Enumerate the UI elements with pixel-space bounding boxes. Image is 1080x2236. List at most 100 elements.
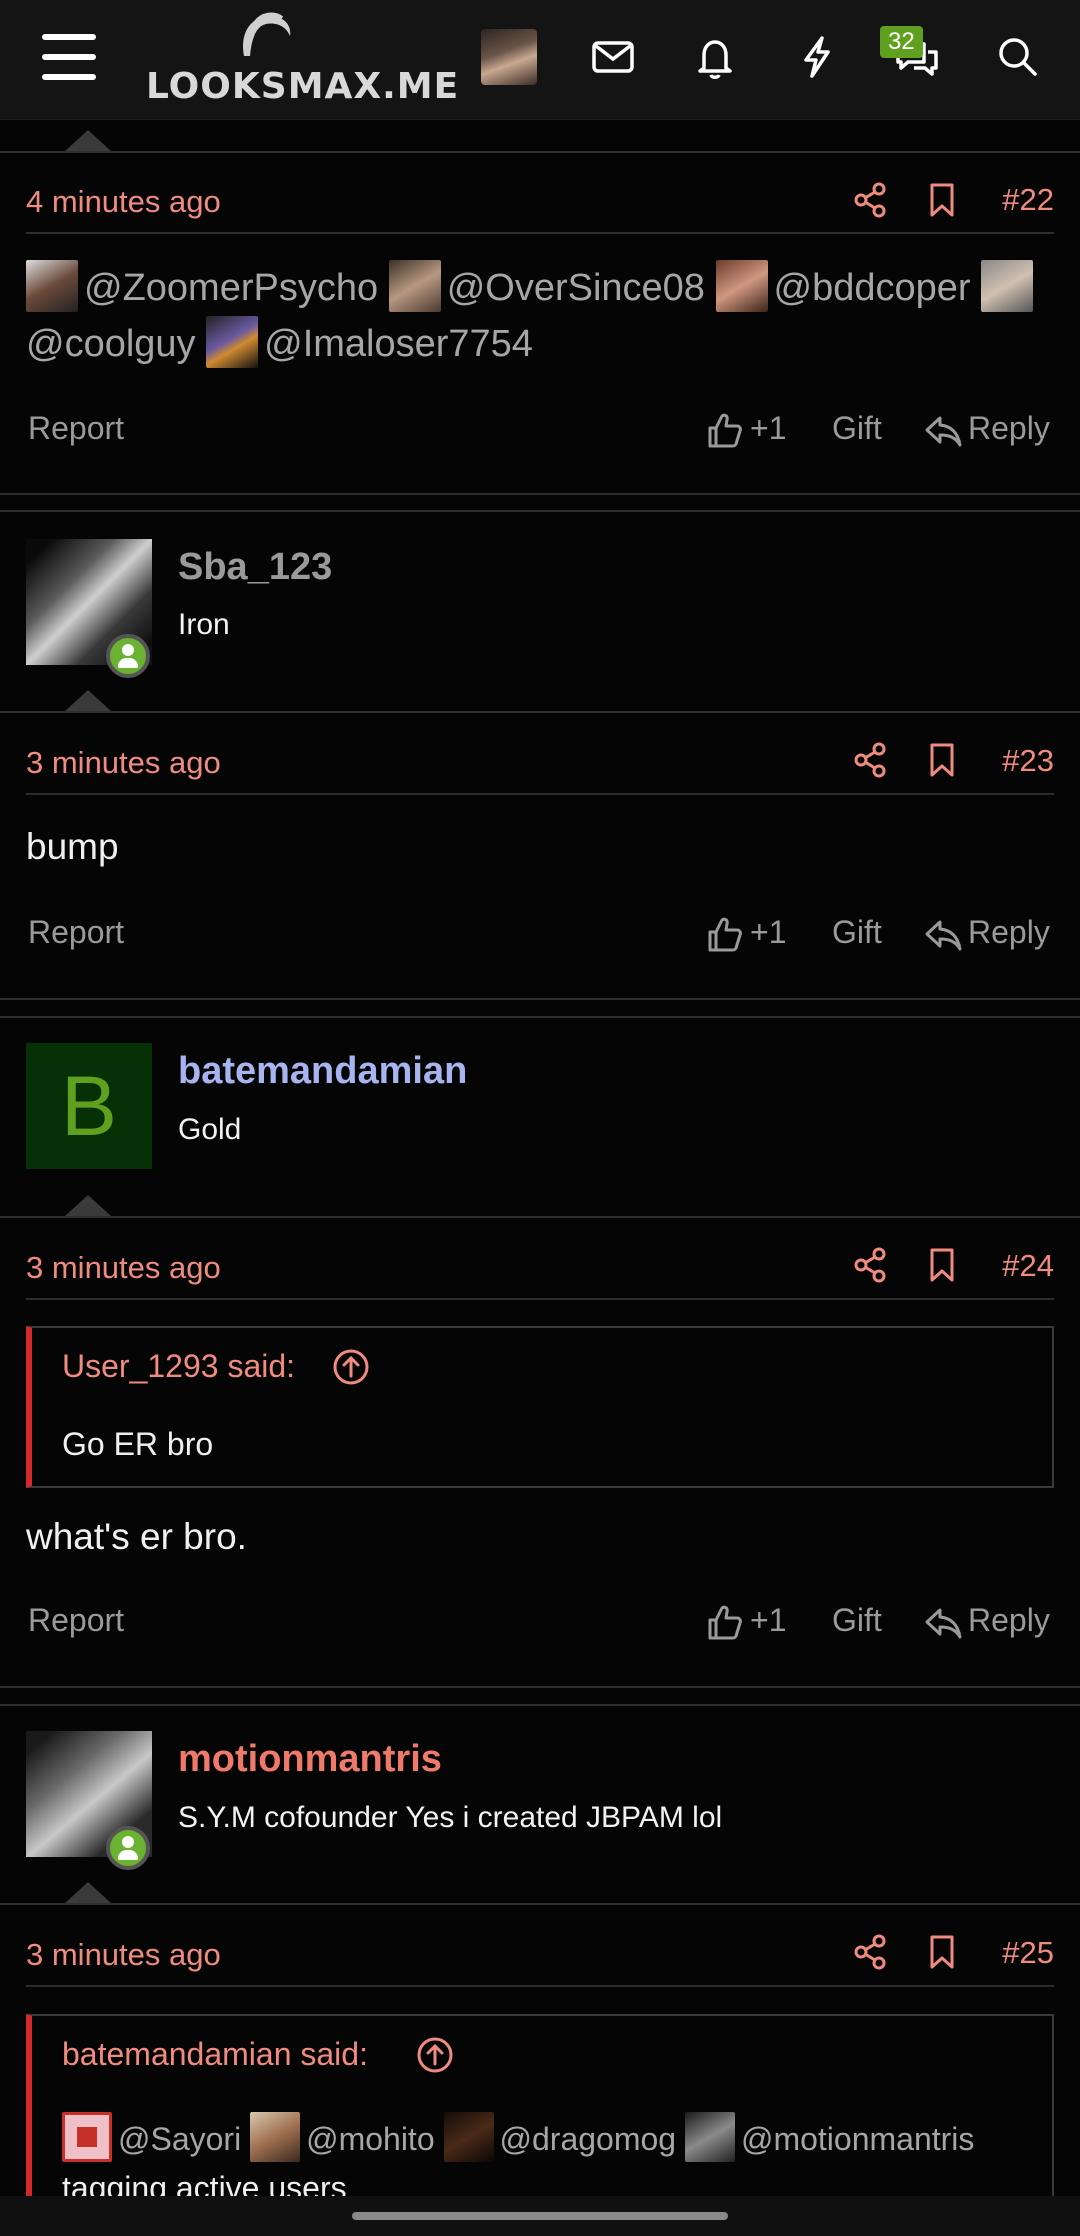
post-number[interactable]: #22 <box>1002 182 1054 218</box>
online-status-icon <box>106 634 150 678</box>
divider <box>0 510 1080 512</box>
like-count[interactable]: +1 <box>750 914 786 951</box>
avatar[interactable] <box>715 260 768 312</box>
arrow-up-circle-icon[interactable] <box>332 1348 370 1386</box>
mention-link[interactable]: @OverSince08 <box>447 267 705 309</box>
quote-author[interactable]: batemandamian said: <box>62 2036 368 2073</box>
like-icon[interactable] <box>706 1602 742 1642</box>
divider <box>26 1985 1054 1987</box>
share-icon[interactable] <box>853 742 887 778</box>
post-actions: Report +1 Gift Reply <box>0 1602 1080 1652</box>
post-pointer <box>64 1882 112 1904</box>
avatar-letter: B <box>60 1059 118 1153</box>
username[interactable]: motionmantris <box>178 1738 442 1781</box>
lightning-icon[interactable] <box>792 32 842 82</box>
post-time[interactable]: 3 minutes ago <box>26 745 221 781</box>
avatar[interactable] <box>62 2112 112 2162</box>
report-button[interactable]: Report <box>28 1602 124 1639</box>
post-number[interactable]: #23 <box>1002 743 1054 779</box>
avatar[interactable] <box>981 260 1034 312</box>
mention-link[interactable]: @coolguy <box>26 323 196 365</box>
share-icon[interactable] <box>853 182 887 218</box>
share-icon[interactable] <box>853 1934 887 1970</box>
divider <box>0 998 1080 1000</box>
post-time[interactable]: 4 minutes ago <box>26 184 221 220</box>
reply-icon[interactable] <box>924 918 962 952</box>
divider <box>26 232 1054 234</box>
reply-button[interactable]: Reply <box>968 914 1050 951</box>
menu-icon[interactable] <box>42 34 96 80</box>
post-time[interactable]: 3 minutes ago <box>26 1937 221 1973</box>
post-number[interactable]: #25 <box>1002 1935 1054 1971</box>
divider <box>0 151 1080 153</box>
user-avatar[interactable]: B <box>26 1043 152 1169</box>
conversations-badge: 32 <box>880 26 923 58</box>
mail-icon[interactable] <box>588 32 638 82</box>
mention-link[interactable]: @Imaloser7754 <box>264 323 533 365</box>
quote-text: Go ER bro <box>62 1426 214 1462</box>
reply-button[interactable]: Reply <box>968 410 1050 447</box>
logo-text: LOOKSMAX.ME <box>146 66 460 107</box>
report-button[interactable]: Report <box>28 410 124 447</box>
home-indicator[interactable] <box>352 2212 728 2220</box>
avatar[interactable] <box>443 2112 494 2162</box>
avatar[interactable] <box>206 316 259 368</box>
post-pointer <box>64 690 112 712</box>
reply-icon[interactable] <box>924 1606 962 1640</box>
divider <box>0 1216 1080 1218</box>
report-button[interactable]: Report <box>28 914 124 951</box>
user-title: S.Y.M cofounder Yes i created JBPAM lol <box>178 1801 723 1834</box>
mention-link[interactable]: @Sayori <box>118 2121 241 2157</box>
quote-block: batemandamian said: @Sayori @mohito @dra… <box>26 2014 1054 2214</box>
mentions-list: @Sayori @mohito @dragomog @motionmantris <box>62 2112 974 2162</box>
bookmark-icon[interactable] <box>925 1247 959 1283</box>
avatar[interactable] <box>684 2112 735 2162</box>
bookmark-icon[interactable] <box>925 742 959 778</box>
account-avatar[interactable] <box>481 29 537 85</box>
mentions-list: @ZoomerPsycho @OverSince08 @bddcoper @co… <box>26 260 1066 372</box>
gesture-navigation-bar <box>0 2196 1080 2236</box>
mention-link[interactable]: @bddcoper <box>774 267 971 309</box>
search-icon[interactable] <box>993 32 1043 82</box>
like-count[interactable]: +1 <box>750 1602 786 1639</box>
divider <box>0 1704 1080 1706</box>
divider <box>0 1903 1080 1905</box>
username[interactable]: Sba_123 <box>178 546 332 589</box>
username[interactable]: batemandamian <box>178 1050 467 1093</box>
like-icon[interactable] <box>706 914 742 954</box>
mention-link[interactable]: @motionmantris <box>741 2121 974 2157</box>
avatar[interactable] <box>388 260 441 312</box>
avatar[interactable] <box>26 260 78 312</box>
reply-button[interactable]: Reply <box>968 1602 1050 1639</box>
bookmark-icon[interactable] <box>925 182 959 218</box>
user-title: Gold <box>178 1113 242 1146</box>
like-icon[interactable] <box>706 410 742 450</box>
gift-button[interactable]: Gift <box>832 914 882 951</box>
gift-button[interactable]: Gift <box>832 1602 882 1639</box>
reply-icon[interactable] <box>924 414 962 448</box>
post-number[interactable]: #24 <box>1002 1248 1054 1284</box>
site-logo[interactable]: LOOKSMAX.ME <box>146 12 458 107</box>
logo-hair-icon <box>243 12 291 56</box>
gift-button[interactable]: Gift <box>832 410 882 447</box>
arrow-up-circle-icon[interactable] <box>416 2036 454 2074</box>
post-body: what's er bro. <box>26 1516 247 1557</box>
user-title: Iron <box>178 608 230 641</box>
share-icon[interactable] <box>853 1247 887 1283</box>
avatar[interactable] <box>250 2112 301 2162</box>
like-count[interactable]: +1 <box>750 410 786 447</box>
top-navigation-bar: LOOKSMAX.ME 32 <box>0 0 1080 120</box>
quote-author[interactable]: User_1293 said: <box>62 1348 295 1385</box>
online-status-icon <box>106 1826 150 1870</box>
mention-link[interactable]: @ZoomerPsycho <box>84 267 378 309</box>
quote-block: User_1293 said: Go ER bro <box>26 1326 1054 1488</box>
post-time[interactable]: 3 minutes ago <box>26 1250 221 1286</box>
mention-link[interactable]: @dragomog <box>500 2121 677 2157</box>
divider <box>26 1298 1054 1300</box>
bookmark-icon[interactable] <box>925 1934 959 1970</box>
bell-icon[interactable] <box>690 32 740 82</box>
post-actions: Report +1 Gift Reply <box>0 914 1080 964</box>
post-actions: Report +1 Gift Reply <box>0 410 1080 460</box>
post-pointer <box>64 1195 112 1217</box>
mention-link[interactable]: @mohito <box>306 2121 435 2157</box>
